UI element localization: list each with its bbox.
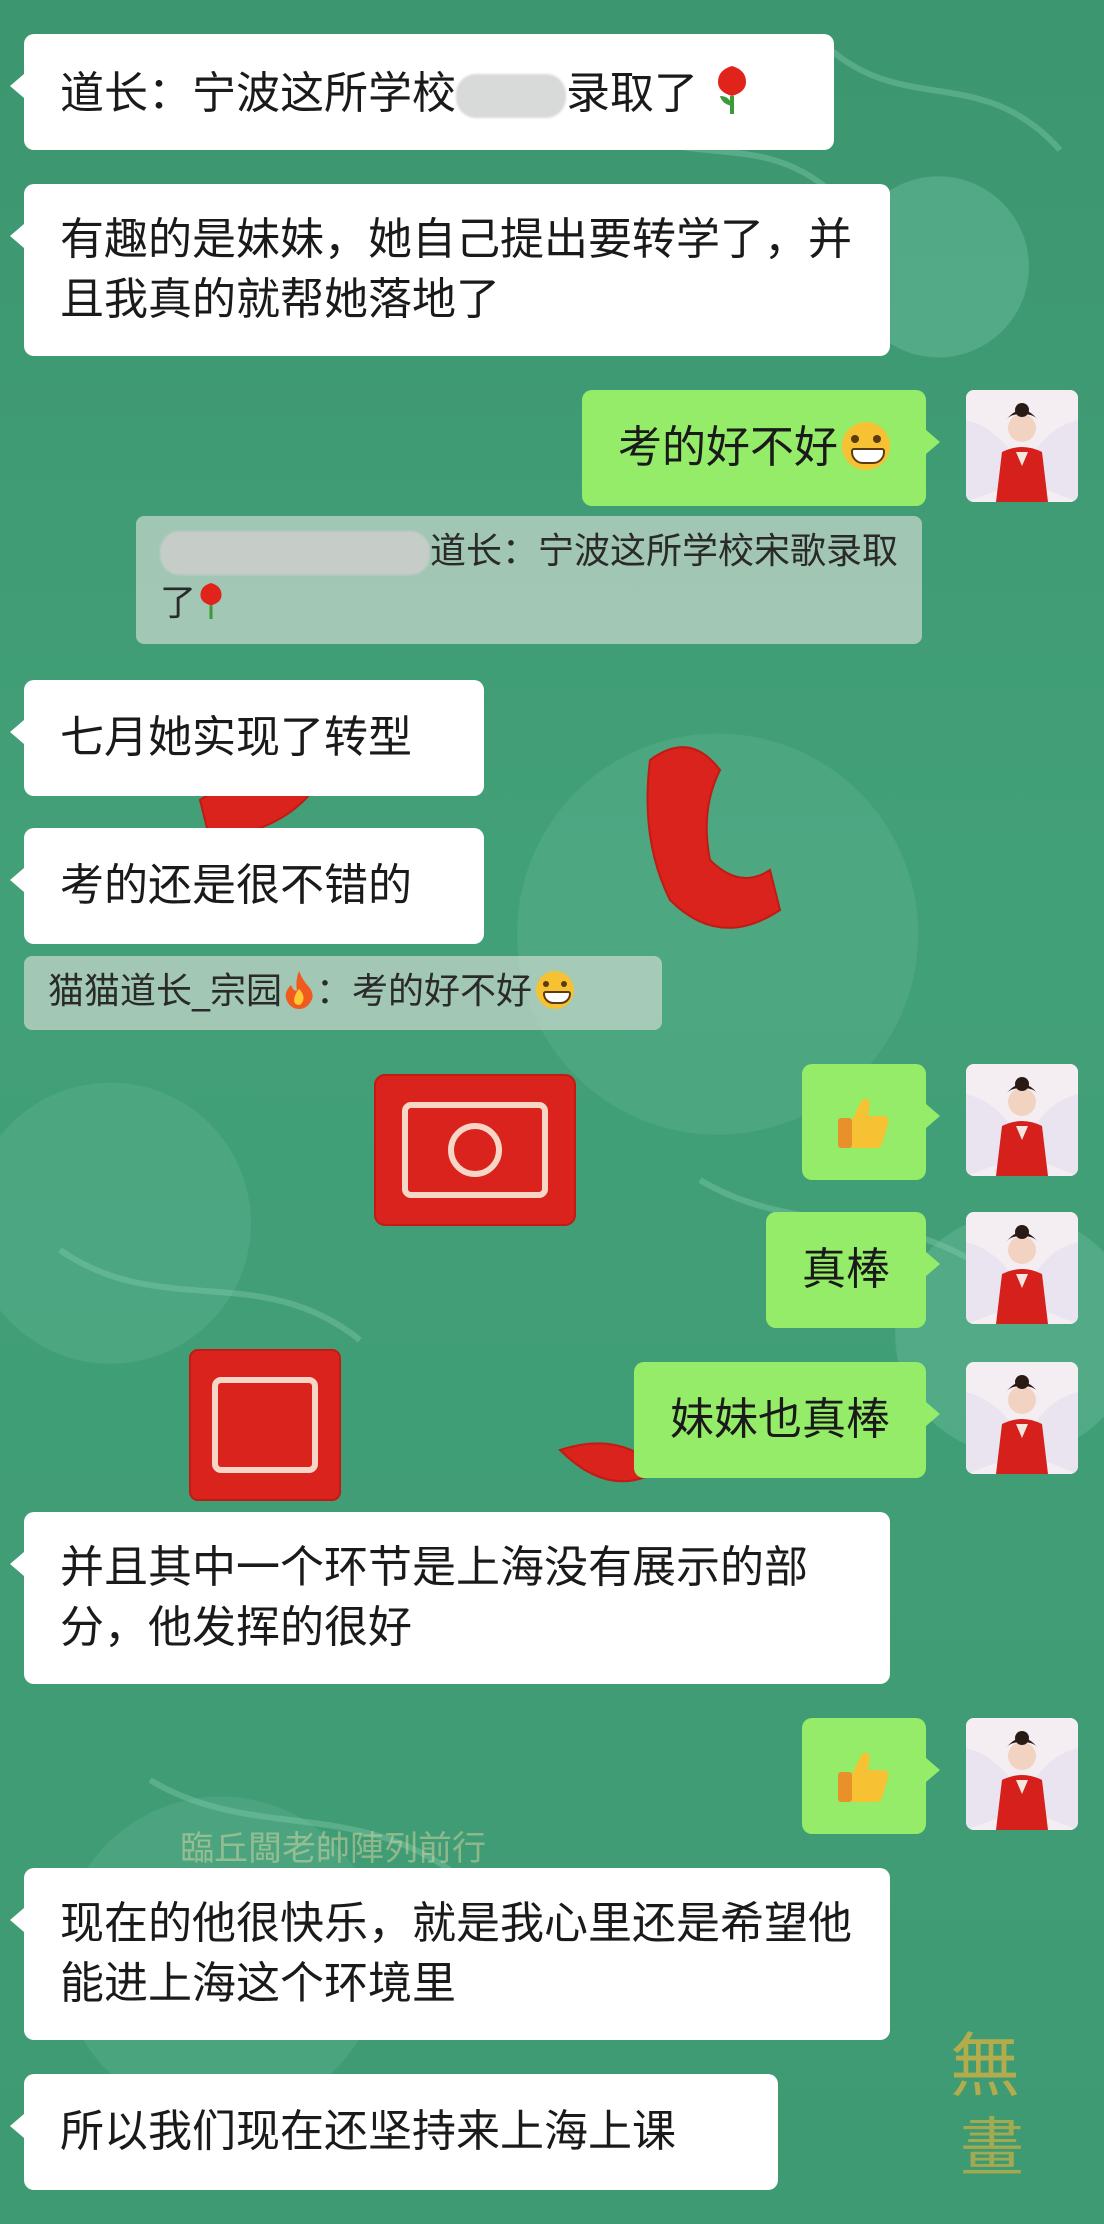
svg-text:無: 無: [950, 2029, 1020, 2106]
message-text: 有趣的是妹妹，她自己提出要转学了，并且我真的就帮她落地了: [60, 214, 852, 325]
self-avatar[interactable]: [966, 1064, 1078, 1176]
avatar-image: [966, 390, 1078, 502]
message-bubble-2[interactable]: 有趣的是妹妹，她自己提出要转学了，并且我真的就帮她落地了: [10, 184, 890, 356]
redacted-blur: [456, 74, 566, 118]
rose-icon: [718, 66, 746, 114]
svg-text:畫: 畫: [960, 2113, 1024, 2184]
message-text: 现在的他很快乐，就是我心里还是希望他能进上海这个环境里: [60, 1898, 852, 2009]
quoted-message[interactable]: 猫猫道长_宗园 ：考的好不好: [24, 956, 662, 1030]
message-bubble-7[interactable]: 真棒: [766, 1212, 940, 1328]
quoted-message[interactable]: 道长：宁波这所学校宋歌录取了: [136, 516, 922, 644]
message-text: 录取了: [566, 68, 698, 119]
self-avatar[interactable]: [966, 1212, 1078, 1324]
self-avatar[interactable]: [966, 1362, 1078, 1474]
rose-icon: [200, 583, 222, 619]
grin-emoji-icon: [842, 422, 890, 470]
message-bubble-8[interactable]: 妹妹也真棒: [634, 1362, 940, 1478]
self-avatar[interactable]: [966, 390, 1078, 502]
avatar-image: [966, 1064, 1078, 1176]
quote-text: ：考的好不好: [316, 971, 533, 1012]
message-bubble-6[interactable]: [802, 1064, 940, 1180]
message-bubble-3[interactable]: 考的好不好: [582, 390, 940, 506]
thumbs-up-icon: [838, 1098, 889, 1148]
thumbs-up-icon: [838, 1752, 889, 1802]
message-text: 考的好不好: [618, 422, 838, 473]
redacted-blur: [160, 531, 430, 575]
message-text: 考的还是很不错的: [60, 860, 412, 911]
grin-emoji-icon: [536, 971, 575, 1009]
avatar-image: [966, 1718, 1078, 1830]
avatar-image: [966, 1362, 1078, 1474]
message-text: 妹妹也真棒: [670, 1394, 890, 1445]
self-avatar[interactable]: [966, 1718, 1078, 1830]
message-text: 真棒: [802, 1244, 890, 1295]
message-bubble-5[interactable]: 考的还是很不错的: [10, 828, 484, 944]
background-caption: 臨丘闆老帥陣列前行: [180, 1830, 486, 1868]
message-text: 所以我们现在还坚持来上海上课: [60, 2106, 676, 2157]
message-bubble-4[interactable]: 七月她实现了转型: [10, 680, 484, 796]
message-text: 并且其中一个环节是上海没有展示的部分，他发挥的很好: [60, 1542, 808, 1653]
quote-sender: 猫猫道长_宗园: [48, 971, 283, 1012]
message-bubble-1[interactable]: 道长：宁波这所学校 录取了: [10, 34, 834, 150]
message-text: 道长：宁波这所学校: [60, 68, 456, 119]
avatar-image: [966, 1212, 1078, 1324]
message-bubble-12[interactable]: 所以我们现在还坚持来上海上课: [10, 2074, 778, 2190]
message-bubble-11[interactable]: 现在的他很快乐，就是我心里还是希望他能进上海这个环境里: [10, 1868, 890, 2040]
message-text: 七月她实现了转型: [60, 712, 412, 763]
fire-icon: [285, 971, 313, 1009]
message-bubble-9[interactable]: 并且其中一个环节是上海没有展示的部分，他发挥的很好: [10, 1512, 890, 1684]
message-bubble-10[interactable]: [802, 1718, 940, 1834]
